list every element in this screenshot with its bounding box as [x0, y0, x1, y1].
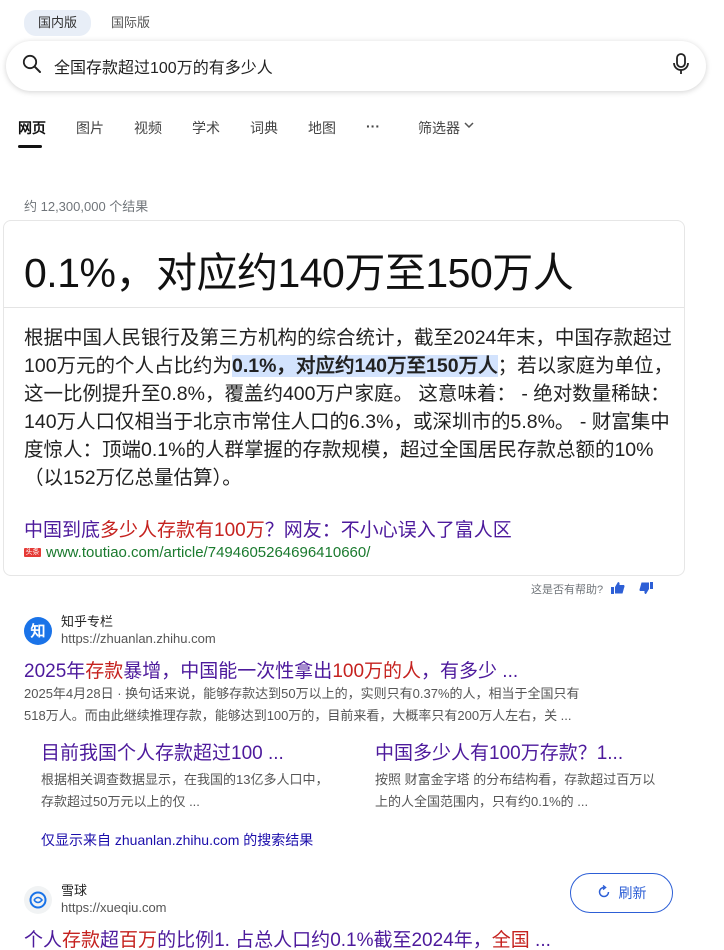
tab-domestic[interactable]: 国内版	[24, 10, 92, 36]
site-only-link[interactable]: 仅显示来自 zhuanlan.zhihu.com 的搜索结果	[41, 830, 313, 850]
search-icon[interactable]	[22, 54, 42, 79]
title-text: 个人	[24, 930, 63, 950]
title-text: ，有多少 ...	[421, 661, 519, 682]
result-title[interactable]: 个人存款超百万的比例1. 占总人口约0.1%截至2024年，全国 ...	[24, 925, 551, 950]
thumbs-down-icon[interactable]	[639, 581, 654, 597]
snippet-text: · 换句话来说，能够存款达到50万以上的，实则只有0.37%的人，相当于全国只有	[113, 686, 580, 701]
title-text: 2025年	[24, 661, 86, 682]
answer-title: 0.1%，对应约140万至150万人	[24, 250, 574, 296]
deep-link[interactable]: 目前我国个人存款超过100 ... 根据相关调查数据显示，在我国的13亿多人口中…	[41, 741, 331, 813]
answer-card: 0.1%，对应约140万至150万人 根据中国人民银行及第三方机构的综合统计，截…	[3, 220, 685, 576]
result-site-header[interactable]: 雪球 https://xueqiu.com	[24, 882, 167, 917]
result-title[interactable]: 2025年存款暴增，中国能一次性拿出100万的人，有多少 ...	[24, 656, 518, 683]
link-hit: 多少人存款有100万	[100, 520, 265, 541]
feedback-row: 这是否有帮助?	[531, 581, 654, 597]
tab-dictionary[interactable]: 词典	[250, 118, 278, 148]
title-hit: 100万的人	[332, 661, 422, 682]
site-url: https://xueqiu.com	[61, 900, 167, 915]
deep-link-title[interactable]: 中国多少人有100万存款？1...	[375, 741, 665, 767]
tab-maps[interactable]: 地图	[308, 118, 336, 148]
tab-images[interactable]: 图片	[76, 118, 104, 148]
refresh-button[interactable]: 刷新	[570, 873, 673, 913]
title-hit: 百万	[119, 930, 158, 950]
deep-link[interactable]: 中国多少人有100万存款？1... 按照 财富金字塔 的分布结构看，存款超过百万…	[375, 741, 665, 813]
title-text: ...	[529, 930, 551, 950]
tab-web[interactable]: 网页	[18, 118, 46, 148]
snippet-text: 518万人。而由此继续推理存款，能够达到100万的，目前来看，大概率只有200万…	[24, 708, 572, 723]
more-menu[interactable]: ···	[366, 118, 380, 148]
deep-link-title[interactable]: 目前我国个人存款超过100 ...	[41, 741, 331, 767]
tab-videos[interactable]: 视频	[134, 118, 162, 148]
answer-body: 根据中国人民银行及第三方机构的综合统计，截至2024年末，中国存款超过100万元…	[24, 324, 674, 492]
title-text: 超	[100, 930, 120, 950]
deep-link-desc: 按照 财富金字塔 的分布结构看，存款超过百万以上的人全国范围内，只有约0.1%的…	[375, 772, 656, 809]
refresh-icon	[597, 884, 611, 902]
divider	[4, 307, 684, 308]
chevron-down-icon	[464, 118, 474, 148]
url-text: www.toutiao.com/article/7494605264696410…	[46, 544, 371, 561]
result-snippet: 2025年4月28日 · 换句话来说，能够存款达到50万以上的，实则只有0.37…	[24, 683, 684, 727]
version-tabs: 国内版 国际版	[24, 10, 164, 36]
search-input[interactable]: 全国存款超过100万的有多少人	[54, 54, 672, 78]
answer-source-link[interactable]: 中国到底多少人存款有100万？网友：不小心误入了富人区	[24, 515, 512, 542]
tab-international[interactable]: 国际版	[97, 10, 164, 36]
result-site-header[interactable]: 知 知乎专栏 https://zhuanlan.zhihu.com	[24, 613, 216, 648]
zhihu-icon: 知	[24, 616, 52, 645]
thumbs-up-icon[interactable]	[611, 581, 625, 597]
xueqiu-icon	[24, 885, 52, 914]
site-url: https://zhuanlan.zhihu.com	[61, 631, 216, 646]
search-bar[interactable]: 全国存款超过100万的有多少人	[6, 41, 706, 91]
toutiao-icon: 头条	[24, 548, 41, 557]
search-type-nav: 网页 图片 视频 学术 词典 地图 ··· 筛选器	[18, 118, 504, 148]
title-hit: 存款	[85, 661, 124, 682]
site-name: 雪球	[61, 883, 88, 898]
title-text: 暴增，中国能一次性拿出	[123, 661, 333, 682]
answer-source-url[interactable]: 头条 www.toutiao.com/article/7494605264696…	[24, 544, 370, 561]
refresh-label: 刷新	[618, 885, 647, 901]
filter-label: 筛选器	[418, 120, 460, 136]
deep-link-desc: 根据相关调查数据显示，在我国的13亿多人口中，存款超过50万元以上的仅 ...	[41, 772, 329, 809]
tab-academic[interactable]: 学术	[192, 118, 220, 148]
link-text: 中国到底	[24, 520, 101, 541]
results-count: 约 12,300,000 个结果	[24, 199, 149, 214]
microphone-icon[interactable]	[672, 52, 690, 80]
answer-highlight: 0.1%，对应约140万至150万人	[232, 355, 498, 377]
result-date: 2025年4月28日	[24, 686, 114, 701]
title-hit: 存款	[62, 930, 101, 950]
feedback-label: 这是否有帮助?	[531, 584, 604, 596]
site-name: 知乎专栏	[61, 614, 114, 629]
filter-button[interactable]: 筛选器	[418, 118, 474, 148]
title-text: 的比例1. 占总人口约0.1%截至2024年，	[157, 930, 492, 950]
link-text: ？网友：不小心误入了富人区	[264, 520, 512, 541]
title-hit: 全国	[491, 930, 530, 950]
